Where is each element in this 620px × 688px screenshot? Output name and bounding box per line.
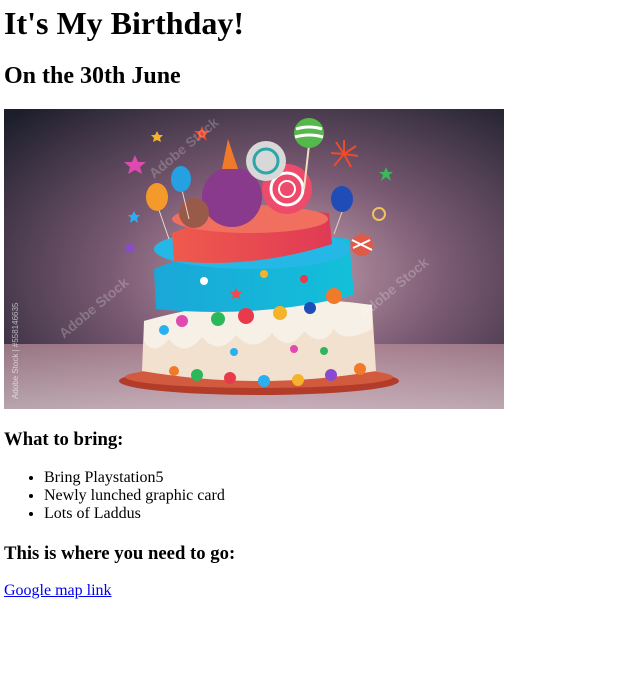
bring-list: Bring Playstation5 Newly lunched graphic… (4, 469, 225, 523)
page-subtitle: On the 30th June (4, 63, 181, 89)
google-map-link[interactable]: Google map link (4, 582, 112, 600)
location-heading: This is where you need to go: (4, 543, 236, 564)
list-item: Newly lunched graphic card (44, 487, 225, 505)
list-item: Bring Playstation5 (44, 469, 225, 487)
page-title: It's My Birthday! (4, 5, 244, 41)
birthday-cake-image: Adobe Stock Adobe Stock Adobe Stock Adob… (4, 109, 504, 409)
bring-heading: What to bring: (4, 429, 124, 450)
image-credit: Adobe Stock | #558146635 (11, 302, 20, 399)
list-item: Lots of Laddus (44, 505, 225, 523)
